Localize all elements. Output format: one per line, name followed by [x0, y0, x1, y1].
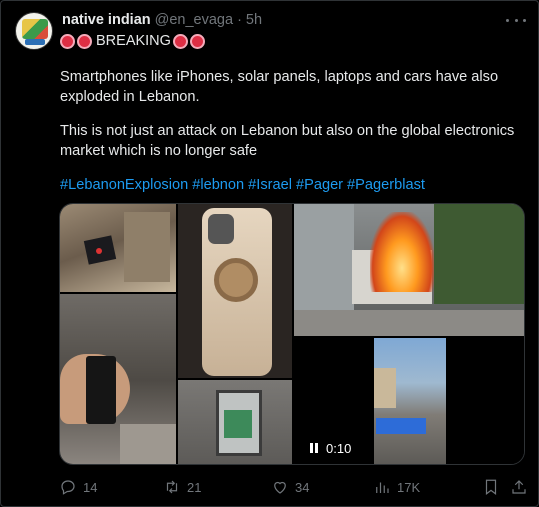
hashtag-link[interactable]: #Pager [296, 177, 343, 193]
repost-count: 21 [187, 479, 202, 495]
share-icon [512, 480, 526, 494]
media-photo[interactable] [178, 204, 292, 378]
repost-icon [166, 480, 178, 494]
media-photo[interactable] [178, 380, 292, 464]
photo-detail [434, 204, 524, 304]
reply-count: 14 [83, 479, 98, 495]
photo-detail [124, 212, 170, 282]
like-count: 34 [295, 479, 310, 495]
media-grid: 0:10 [59, 203, 525, 465]
view-count: 17K [397, 479, 421, 495]
photo-detail [224, 410, 252, 438]
photo-detail [208, 214, 234, 244]
hashtag-link[interactable]: #LebanonExplosion [60, 177, 188, 193]
tweet-card[interactable]: native indian @en_evaga · 5h BREAKING Sm… [0, 0, 539, 507]
photo-detail [120, 424, 176, 464]
post-time[interactable]: 5h [246, 12, 262, 28]
photo-detail [96, 248, 102, 254]
media-photo[interactable] [294, 204, 524, 336]
photo-detail [294, 204, 354, 314]
breaking-label: BREAKING [96, 33, 171, 49]
hashtags: #LebanonExplosion #lebnon #Israel #Pager #Pa… [60, 176, 429, 196]
reply-icon [61, 480, 75, 495]
avatar-image-part [22, 19, 48, 39]
like-button[interactable]: 34 [271, 477, 309, 497]
repost-button[interactable]: 21 [163, 477, 201, 497]
share-button[interactable] [510, 477, 528, 497]
media-photo[interactable] [60, 204, 176, 292]
red-circle-icon [172, 33, 188, 49]
video-time: 0:10 [326, 440, 352, 456]
author-name[interactable]: native indian [62, 12, 151, 28]
avatar[interactable] [15, 12, 53, 50]
media-video[interactable]: 0:10 [294, 338, 524, 464]
heart-icon [274, 481, 286, 494]
red-circle-icon [189, 33, 205, 49]
photo-detail [86, 356, 116, 424]
red-circle-icon [60, 33, 75, 49]
red-circle-icon [77, 33, 92, 49]
photo-detail [370, 212, 434, 292]
more-icon[interactable] [506, 11, 526, 29]
bookmark-icon [485, 479, 497, 495]
avatar-image-part [25, 39, 45, 45]
action-bar: 14 21 34 17K [1, 477, 539, 497]
separator: · [237, 12, 242, 28]
views-icon [376, 482, 389, 493]
pause-icon[interactable] [310, 443, 318, 453]
hashtag-link[interactable]: #Israel [248, 177, 292, 193]
bookmark-button[interactable] [482, 477, 500, 497]
video-timestamp[interactable]: 0:10 [304, 437, 358, 459]
photo-detail [214, 258, 258, 302]
video-frame-detail [376, 418, 426, 434]
hashtag-link[interactable]: #Pagerblast [347, 177, 425, 193]
tweet-paragraph: This is not just an attack on Lebanon bu… [60, 123, 515, 159]
breaking-line: BREAKING [60, 31, 207, 51]
tweet-header: native indian @en_evaga · 5h [62, 11, 262, 29]
media-photo[interactable] [60, 294, 176, 464]
author-handle[interactable]: @en_evaga [155, 12, 233, 28]
video-frame-detail [374, 368, 396, 408]
reply-button[interactable]: 14 [59, 477, 97, 497]
views-button[interactable]: 17K [373, 477, 420, 497]
tweet-paragraph: Smartphones like iPhones, solar panels, … [60, 69, 499, 105]
photo-detail [294, 310, 524, 336]
hashtag-link[interactable]: #lebnon [192, 177, 244, 193]
